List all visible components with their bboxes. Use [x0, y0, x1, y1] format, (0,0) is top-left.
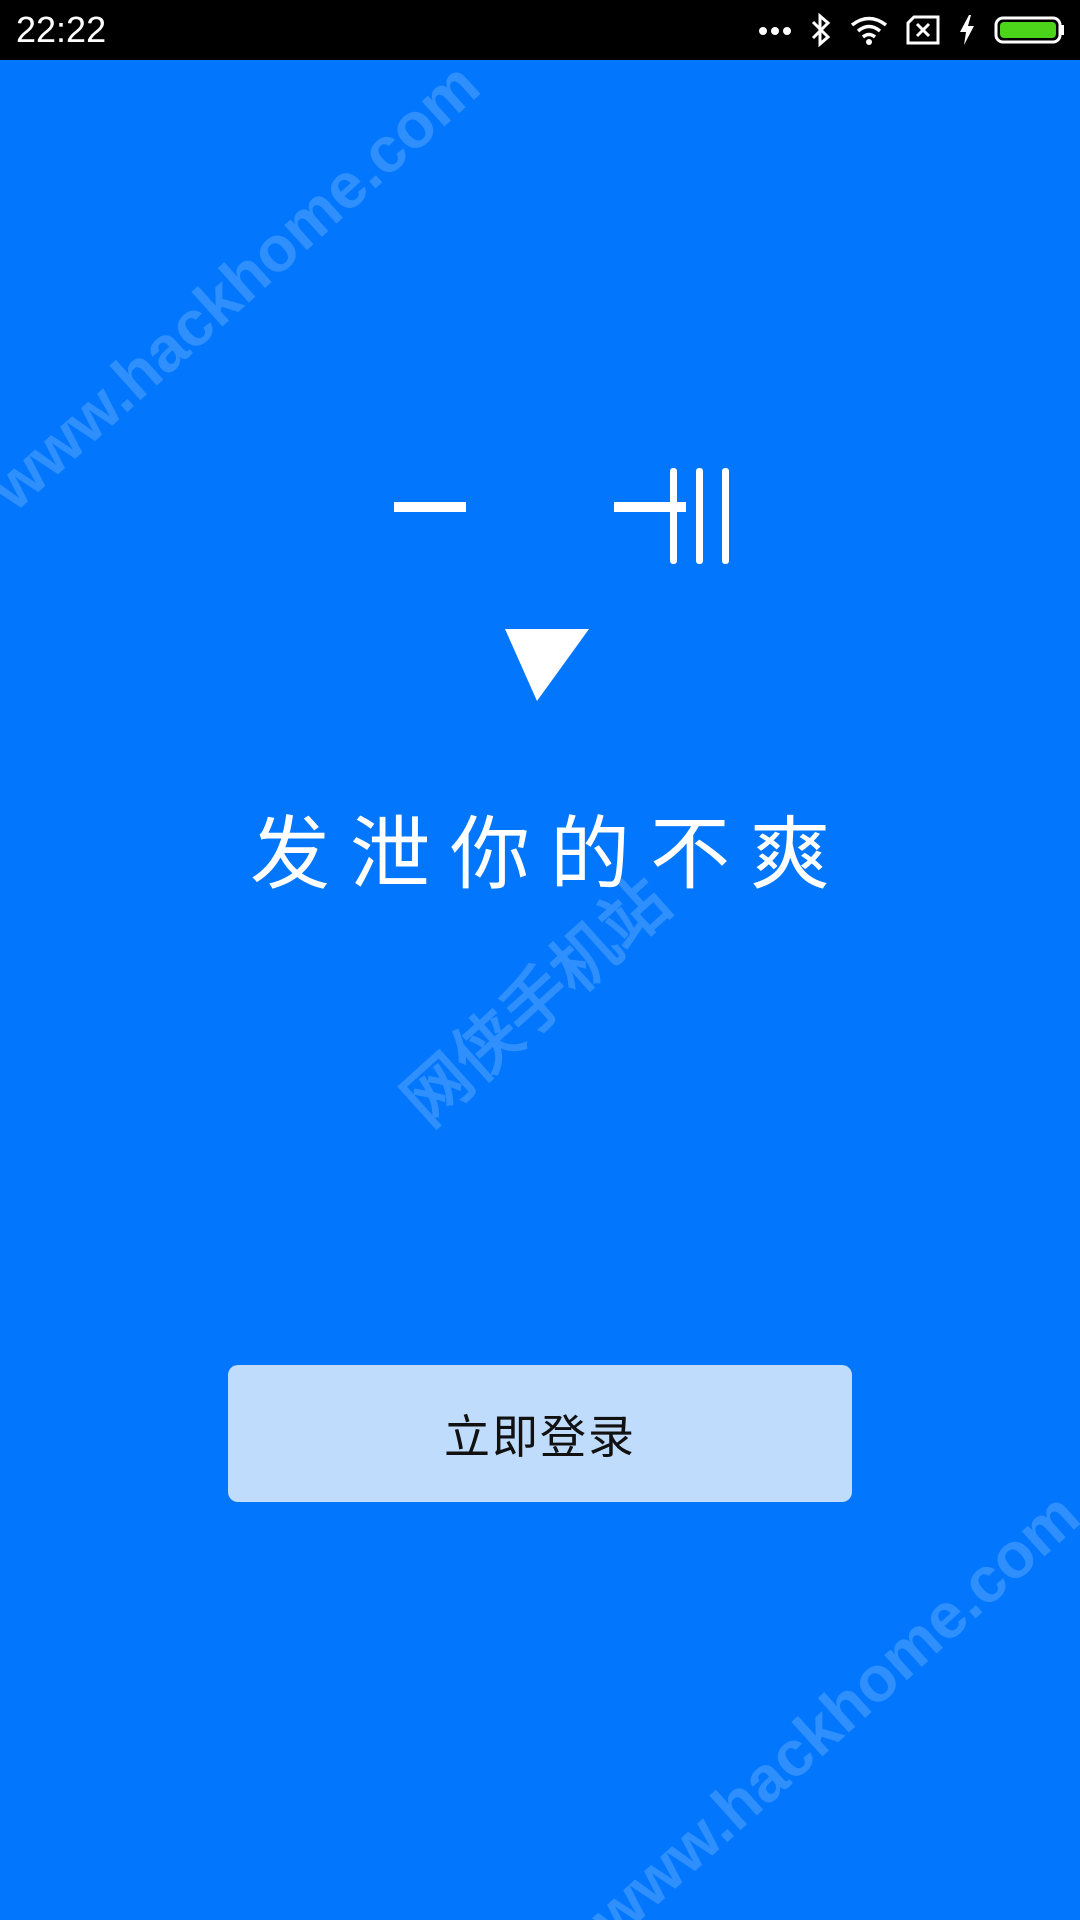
- status-icons: [758, 10, 1066, 50]
- sad-face-logo-icon: [390, 460, 740, 710]
- watermark: www.hackhome.com: [0, 48, 493, 524]
- watermark: www.hackhome.com: [575, 1478, 1080, 1920]
- charging-bolt-icon: [958, 14, 976, 46]
- slogan-text: 发泄你的不爽: [250, 808, 850, 901]
- splash-screen: 22:22 www.hackhome.com 网侠手机站 www.hackhom…: [0, 0, 1080, 1920]
- status-bar: 22:22: [0, 0, 1080, 60]
- login-button[interactable]: 立即登录: [228, 1365, 852, 1502]
- wifi-icon: [850, 15, 888, 45]
- battery-icon: [994, 15, 1066, 45]
- login-button-label: 立即登录: [444, 1409, 636, 1464]
- no-sim-icon: [906, 15, 940, 45]
- bluetooth-icon: [810, 13, 832, 47]
- status-time: 22:22: [16, 9, 107, 50]
- more-dots-icon: [758, 24, 792, 36]
